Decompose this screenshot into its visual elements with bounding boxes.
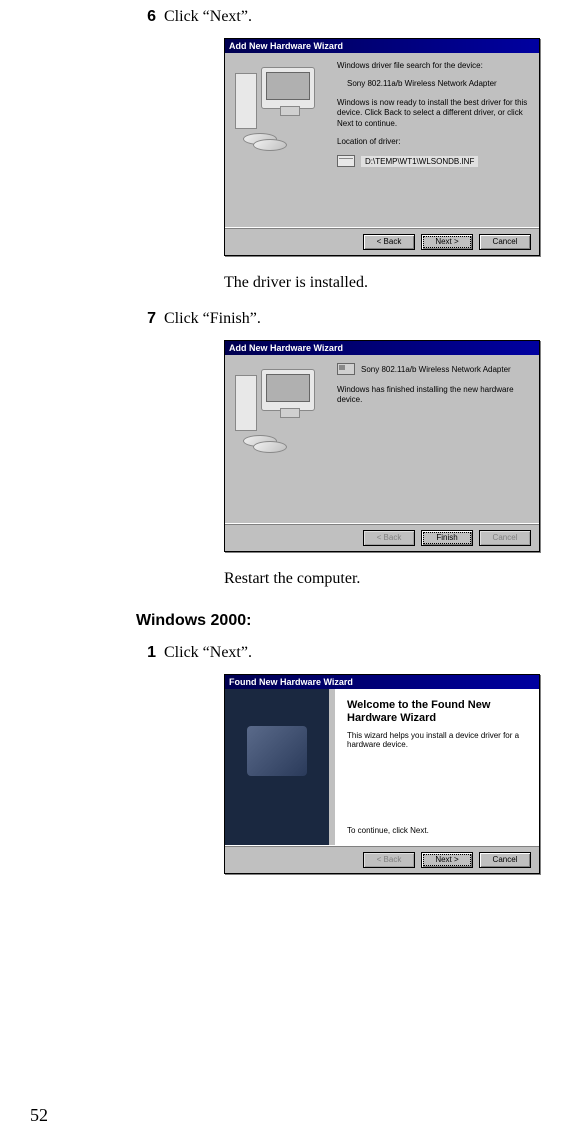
back-button: < Back [363,530,415,546]
add-hardware-wizard-dialog: Add New Hardware Wizard Windows driver f… [224,38,540,256]
dialog-button-row: < Back Finish Cancel [225,523,539,551]
location-label: Location of driver: [337,137,531,147]
result-text-2: Restart the computer. [224,570,578,588]
device-name: Sony 802.11a/b Wireless Network Adapter [361,365,511,374]
cancel-button[interactable]: Cancel [479,234,531,250]
titlebar: Add New Hardware Wizard [225,341,539,355]
wizard-description: This wizard helps you install a device d… [347,731,527,749]
welcome-title: Welcome to the Found New Hardware Wizard [347,699,527,725]
device-row: Sony 802.11a/b Wireless Network Adapter [337,363,531,375]
dialog-body: Windows driver file search for the devic… [225,53,539,227]
titlebar: Add New Hardware Wizard [225,39,539,53]
hardware-illustration-icon [233,67,323,157]
network-card-icon [337,363,355,375]
dialog-side-panel [225,689,329,845]
add-hardware-wizard-finish-dialog: Add New Hardware Wizard Sony 802.11a/b W… [224,340,540,552]
step-6: 6 Click “Next”. [0,8,578,26]
step-1-win2000: 1 Click “Next”. [0,644,578,662]
dialog-button-row: < Back Next > Cancel [225,227,539,255]
cancel-button[interactable]: Cancel [479,852,531,868]
device-name: Sony 802.11a/b Wireless Network Adapter [337,79,531,89]
finished-line: Windows has finished installing the new … [337,385,531,406]
dialog-1-wrap: Add New Hardware Wizard Windows driver f… [224,38,578,256]
windows-2000-heading: Windows 2000: [136,612,578,630]
result-text-1: The driver is installed. [224,274,578,292]
continue-line: To continue, click Next. [347,826,527,835]
dialog-body: Welcome to the Found New Hardware Wizard… [225,689,539,845]
page-number: 52 [30,1105,48,1126]
hardware-illustration-icon [233,369,323,459]
back-button[interactable]: < Back [363,234,415,250]
finish-button[interactable]: Finish [421,530,473,546]
step-text: Click “Finish”. [164,310,261,328]
driver-path: D:\TEMP\WT1\WLSONDB.INF [361,156,478,167]
step-text: Click “Next”. [164,8,252,26]
hardware-graphic-icon [247,726,307,776]
step-number: 7 [136,310,156,328]
step-number: 6 [136,8,156,26]
next-button[interactable]: Next > [421,852,473,868]
dialog-content: Windows driver file search for the devic… [333,61,531,219]
cancel-button: Cancel [479,530,531,546]
dialog-content: Welcome to the Found New Hardware Wizard… [335,689,539,845]
next-button[interactable]: Next > [421,234,473,250]
back-button: < Back [363,852,415,868]
dialog-3-wrap: Found New Hardware Wizard Welcome to the… [224,674,578,874]
step-text: Click “Next”. [164,644,252,662]
side-panel-graphic [225,689,329,845]
found-new-hardware-wizard-dialog: Found New Hardware Wizard Welcome to the… [224,674,540,874]
dialog-illustration [233,61,333,219]
titlebar: Found New Hardware Wizard [225,675,539,689]
driver-path-row: D:\TEMP\WT1\WLSONDB.INF [337,155,531,167]
dialog-illustration [233,363,333,515]
dialog-button-row: < Back Next > Cancel [225,845,539,873]
hdd-icon [337,155,355,167]
step-number: 1 [136,644,156,662]
search-line: Windows driver file search for the devic… [337,61,531,71]
dialog-2-wrap: Add New Hardware Wizard Sony 802.11a/b W… [224,340,578,552]
dialog-body: Sony 802.11a/b Wireless Network Adapter … [225,355,539,523]
step-7: 7 Click “Finish”. [0,310,578,328]
ready-line: Windows is now ready to install the best… [337,98,531,129]
dialog-content: Sony 802.11a/b Wireless Network Adapter … [333,363,531,515]
